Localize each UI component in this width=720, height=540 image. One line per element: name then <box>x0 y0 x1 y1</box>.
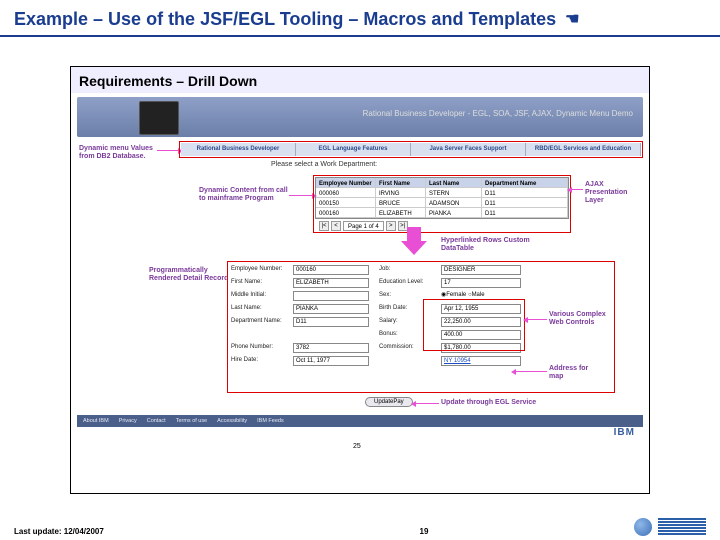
phone-field[interactable]: 3782 <box>293 343 369 353</box>
annot-progrender: Programmatically Rendered Detail Record <box>149 267 229 283</box>
menu-item[interactable]: RBD/EGL Services and Education <box>526 143 641 156</box>
table-row: 000150 BRUCE ADAMSON D11 <box>316 198 568 208</box>
pager-prev[interactable]: < <box>331 221 341 231</box>
banner: Rational Business Developer - EGL, SOA, … <box>77 97 643 137</box>
first-name-field[interactable]: ELIZABETH <box>293 278 369 288</box>
pager-next[interactable]: > <box>386 221 396 231</box>
th: Last Name <box>426 178 482 188</box>
slide-title-text: Example – Use of the JSF/EGL Tooling – M… <box>14 9 556 29</box>
menu-bar: Rational Business Developer EGL Language… <box>181 143 641 156</box>
slide-footer: Last update: 12/04/2007 19 <box>0 518 720 536</box>
data-table: Employee Number First Name Last Name Dep… <box>315 177 569 219</box>
last-update: Last update: 12/04/2007 <box>14 527 214 536</box>
footer-link[interactable]: Privacy <box>119 418 137 424</box>
address-link[interactable]: NY 10954 <box>441 356 521 366</box>
slide-title: Example – Use of the JSF/EGL Tooling – M… <box>0 0 720 37</box>
arrow-icon <box>527 319 547 320</box>
lbl <box>231 330 283 340</box>
annot-dynamic-menu: Dynamic menu Values from DB2 Database. <box>79 145 159 161</box>
pager-first[interactable]: |< <box>319 221 329 231</box>
dept-name-field[interactable]: D11 <box>293 317 369 327</box>
ibm-logo <box>658 518 706 536</box>
annot-dynamic-content: Dynamic Content from call to mainframe P… <box>199 187 289 203</box>
menu-item[interactable]: Java Server Faces Support <box>411 143 526 156</box>
footer-link[interactable]: Accessibility <box>217 418 247 424</box>
arrow-icon <box>571 189 583 190</box>
lbl: Hire Date: <box>231 356 283 366</box>
hire-date-field[interactable]: Oct 11, 1977 <box>293 356 369 366</box>
th: First Name <box>376 178 426 188</box>
last-name-field[interactable]: PIANKA <box>293 304 369 314</box>
lbl: First Name: <box>231 278 283 288</box>
menu-item[interactable]: EGL Language Features <box>296 143 411 156</box>
ibm-logo-wrap <box>634 518 706 536</box>
screenshot-panel: Requirements – Drill Down Rational Busin… <box>70 66 650 494</box>
banner-text: Rational Business Developer - EGL, SOA, … <box>363 109 633 118</box>
key-icon: ☚ <box>565 10 579 30</box>
lbl: Employee Number: <box>231 265 283 275</box>
page-number: 19 <box>214 527 634 536</box>
lbl: Job: <box>379 265 431 275</box>
arrow-icon <box>289 195 313 196</box>
mid-initial-field[interactable] <box>293 291 369 301</box>
th: Employee Number <box>316 178 376 188</box>
footer-link[interactable]: Contact <box>147 418 166 424</box>
annot-hyperrows: Hyperlinked Rows Custom DataTable <box>441 237 541 253</box>
annot-address: Address for map <box>549 365 599 381</box>
lbl: Education Level: <box>379 278 431 288</box>
lbl: Department Name: <box>231 317 283 327</box>
lbl <box>379 356 431 366</box>
annot-complex: Various Complex Web Controls <box>549 311 609 327</box>
footer-link[interactable]: Terms of use <box>176 418 207 424</box>
table-row: 000060 IRVING STERN D11 <box>316 188 568 198</box>
lbl: Middle Initial: <box>231 291 283 301</box>
lbl: Phone Number: <box>231 343 283 353</box>
emp-num-field[interactable]: 000160 <box>293 265 369 275</box>
redbox-complex <box>423 299 525 351</box>
annot-ajax: AJAX Presentation Layer <box>585 181 645 205</box>
bottom-links-bar: About IBM Privacy Contact Terms of use A… <box>77 415 643 427</box>
edu-level-field[interactable]: 17 <box>441 278 521 288</box>
inner-page-number: 25 <box>353 443 361 450</box>
dropdown-label: Please select a Work Department: <box>271 161 377 168</box>
globe-icon <box>634 518 652 536</box>
ibm-mini-logo: IBM <box>614 427 635 438</box>
lbl: Last Name: <box>231 304 283 314</box>
arrow-icon <box>415 403 439 404</box>
arrow-icon <box>157 150 179 151</box>
footer-link[interactable]: About IBM <box>83 418 109 424</box>
server-graphic <box>139 101 179 135</box>
update-pay-button[interactable]: UpdatePay <box>365 397 413 407</box>
th: Department Name <box>482 178 568 188</box>
annot-update: Update through EGL Service <box>441 399 581 407</box>
pager-page: Page 1 of 4 <box>343 221 384 231</box>
table-row: 000160 ELIZABETH PIANKA D11 <box>316 208 568 218</box>
pager: |< < Page 1 of 4 > >| <box>319 221 408 231</box>
menu-item[interactable]: Rational Business Developer <box>181 143 296 156</box>
job-field[interactable]: DESIGNER <box>441 265 521 275</box>
arrow-icon <box>515 371 547 372</box>
screenshot-title: Requirements – Drill Down <box>71 67 649 93</box>
footer-link[interactable]: IBM Feeds <box>257 418 284 424</box>
